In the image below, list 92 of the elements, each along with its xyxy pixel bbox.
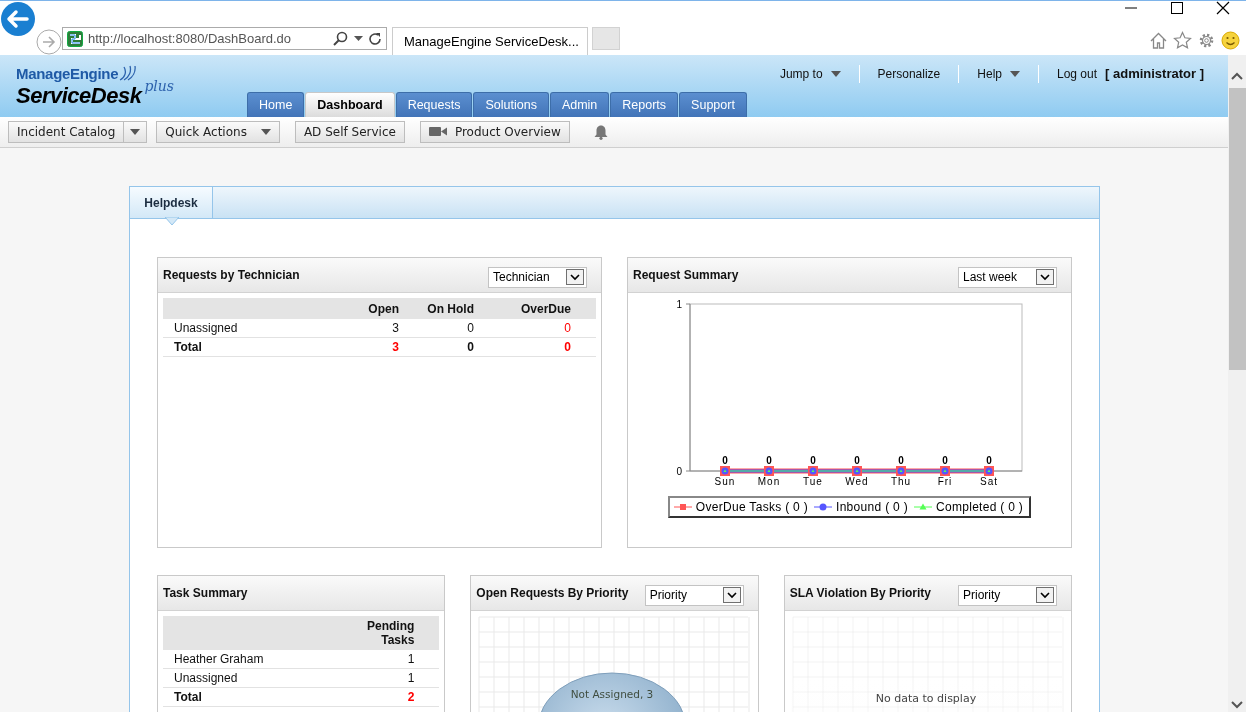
axis-label: Sat — [980, 476, 998, 487]
axis-label: 0 — [676, 466, 682, 477]
address-field[interactable]: http://localhost:8080/DashBoard.do — [62, 27, 387, 50]
widget-title: Open Requests By Priority — [476, 586, 629, 600]
nav-tab[interactable]: Reports — [610, 92, 679, 117]
legend-label: Completed ( 0 ) — [935, 500, 1024, 514]
menu-link[interactable]: Help — [958, 65, 1038, 83]
caret-icon — [830, 70, 841, 77]
data-label: 0 — [766, 455, 772, 466]
data-label: 0 — [986, 455, 992, 466]
widget-title: SLA Violation By Priority — [789, 586, 931, 600]
axis-label: Tue — [803, 476, 823, 487]
filter-dropdown[interactable]: Last week — [958, 266, 1057, 288]
legend-label: Inbound ( 0 ) — [836, 500, 908, 514]
caret-icon — [130, 128, 141, 135]
bell-icon[interactable] — [592, 123, 609, 140]
chevron-icon — [1036, 269, 1054, 285]
axis-label: Thu — [890, 476, 912, 487]
caret-icon — [260, 128, 271, 135]
column-header: OverDue — [499, 298, 596, 319]
product-name: ServiceDesk — [16, 84, 142, 108]
search-icon[interactable] — [333, 30, 349, 47]
chevron-icon — [566, 269, 584, 285]
axis-label: Wed — [845, 476, 869, 487]
data-label: 0 — [722, 455, 728, 466]
axis-label: Sun — [714, 476, 736, 487]
toolbar-button[interactable]: AD Self Service — [294, 120, 405, 143]
data-label: 0 — [942, 455, 948, 466]
chevron-icon — [722, 587, 741, 603]
slice-label: Not Assigned, 3 — [571, 688, 654, 700]
company-name: ManageEngine — [16, 65, 119, 82]
back-button[interactable] — [0, 1, 36, 37]
forward-button[interactable] — [36, 29, 62, 55]
data-label: 0 — [898, 455, 904, 466]
menu-link[interactable]: Jump to — [761, 65, 859, 83]
toolbar-button[interactable]: Product Overview — [419, 120, 570, 143]
table-cell: 2 — [342, 687, 440, 707]
table-cell: Total — [163, 337, 349, 357]
caret-icon — [1010, 70, 1020, 77]
nav-tab[interactable]: Requests — [395, 92, 473, 117]
site-icon — [67, 30, 83, 47]
split-button[interactable]: Incident Catalog — [8, 120, 148, 143]
logout-link[interactable]: Log out [ administrator ] — [1038, 65, 1204, 83]
nav-tab[interactable]: Support — [679, 92, 747, 117]
nav-tab[interactable]: Solutions — [473, 92, 549, 117]
caret-icon — [354, 36, 363, 41]
column-header: Open — [349, 298, 424, 319]
edition-label: plus — [144, 78, 175, 94]
table-cell: Heather Graham — [163, 650, 343, 669]
settings-icon[interactable] — [1197, 31, 1216, 50]
table-cell: 1 — [342, 668, 440, 688]
nav-tab[interactable]: Home — [247, 92, 305, 117]
widget-title: Task Summary — [163, 586, 248, 600]
axis-label: Mon — [757, 476, 781, 487]
axis-label: 1 — [676, 299, 682, 310]
data-label: 0 — [854, 455, 860, 466]
data-label: 0 — [810, 455, 816, 466]
table-cell: Unassigned — [163, 668, 343, 688]
table-cell: 0 — [499, 337, 596, 357]
table-cell: 1 — [342, 650, 440, 669]
table-cell: 3 — [349, 337, 424, 357]
swoosh-icon — [118, 65, 137, 81]
column-header: On Hold — [424, 298, 499, 319]
table-cell: Total — [163, 687, 343, 707]
filter-dropdown[interactable]: Technician — [488, 266, 587, 288]
menu-button[interactable]: Quick Actions — [156, 120, 280, 143]
video-camera-icon — [428, 126, 447, 137]
refresh-icon[interactable] — [368, 31, 382, 46]
header-link[interactable]: Personalize — [858, 65, 959, 83]
section-tab[interactable]: Helpdesk — [130, 187, 213, 218]
table-cell: 0 — [424, 337, 499, 357]
legend-label: OverDue Tasks ( 0 ) — [695, 500, 808, 514]
axis-label: Fri — [937, 476, 953, 487]
star-icon[interactable] — [1173, 31, 1192, 50]
widget-title: Request Summary — [633, 268, 739, 282]
widget-title: Requests by Technician — [163, 268, 300, 282]
maximize-icon[interactable] — [1170, 1, 1184, 15]
chevron-icon — [1036, 587, 1054, 603]
table-cell: Unassigned — [163, 319, 349, 338]
smiley-icon[interactable] — [1221, 31, 1240, 50]
close-icon[interactable] — [1216, 1, 1230, 15]
table-cell: 0 — [424, 319, 499, 338]
filter-dropdown[interactable]: Priority — [958, 584, 1057, 606]
scroll-thumb[interactable] — [1228, 88, 1246, 370]
nav-tab[interactable]: Admin — [549, 92, 610, 117]
empty-message: No data to display — [875, 692, 976, 705]
table-cell: 3 — [349, 319, 424, 338]
filter-dropdown[interactable]: Priority — [644, 584, 744, 606]
nav-tab[interactable]: Dashboard — [305, 92, 395, 117]
home-icon[interactable] — [1149, 31, 1168, 50]
table-cell: 0 — [499, 319, 596, 338]
column-header: Pending Tasks — [342, 616, 440, 650]
